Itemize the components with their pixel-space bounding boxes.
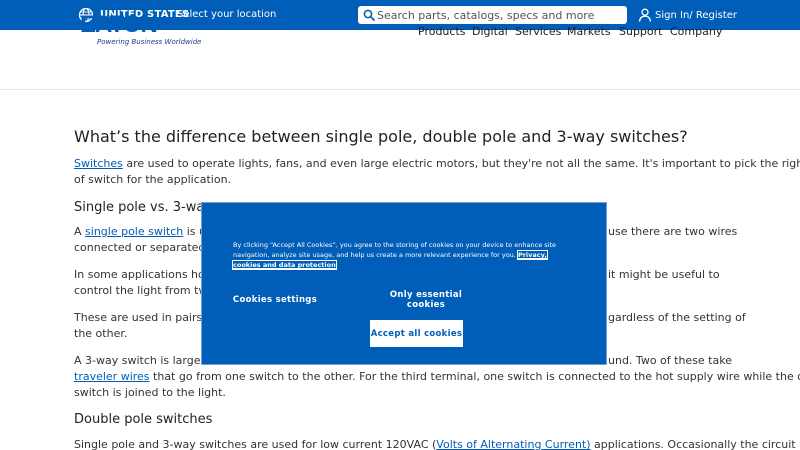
p1-start: A (74, 225, 86, 238)
essential-cookies-button[interactable]: Only essential cookies (370, 290, 482, 310)
p4-line-2: traveler wires that go from one switch t… (74, 370, 800, 383)
p2-line-1: In some applications howe (74, 268, 221, 281)
nav-products[interactable]: Products (418, 25, 466, 38)
p5-start: Single pole and 3-way switches are used … (74, 438, 437, 450)
search-icon[interactable] (363, 9, 375, 21)
intro-line-2: of switch for the application. (74, 173, 232, 186)
switches-link[interactable]: Switches (74, 157, 123, 170)
p3-right: gardless of the setting of (608, 311, 746, 324)
p2-line-2: control the light from two l (74, 284, 221, 297)
nav-company[interactable]: Company (670, 25, 722, 38)
p5-line-1: Single pole and 3-way switches are used … (74, 438, 800, 450)
nav-support[interactable]: Support (619, 25, 662, 38)
p2-right: it might be useful to (608, 268, 720, 281)
cookies-settings-button[interactable]: Cookies settings (232, 290, 318, 310)
intro-line-1: Switches are used to operate lights, fan… (74, 157, 800, 170)
p1-right: use there are two wires (608, 225, 738, 238)
heading-double-pole: Double pole switches (74, 412, 213, 427)
accept-all-cookies-button[interactable]: Accept all cookies (370, 320, 463, 347)
logo-tagline: Powering Business Worldwide (97, 38, 202, 46)
eaton-logo[interactable]: EATON (80, 12, 160, 34)
traveler-wires-link[interactable]: traveler wires (74, 370, 150, 383)
page-title: What’s the difference between single pol… (74, 127, 688, 146)
nav-digital[interactable]: Digital (472, 25, 508, 38)
p5-rest: applications. Occasionally the circuit m… (594, 438, 800, 450)
heading-single-vs-3way: Single pole vs. 3-way (74, 200, 213, 215)
p4-line-3: switch is joined to the light. (74, 386, 226, 399)
cookie-text: By clicking “Accept All Cookies”, you ag… (233, 241, 557, 259)
p3-line-2: the other. (74, 327, 128, 340)
intro-text: are used to operate lights, fans, and ev… (122, 157, 800, 170)
search-input[interactable] (377, 6, 625, 24)
cookie-message: By clicking “Accept All Cookies”, you ag… (232, 240, 571, 270)
p4-line-2-rest: that go from one switch to the other. Fo… (149, 370, 800, 383)
single-pole-switch-link[interactable]: single pole switch (85, 225, 183, 238)
nav-markets[interactable]: Markets (567, 25, 611, 38)
select-location-link[interactable]: Select your location (177, 9, 276, 20)
vac-link[interactable]: Volts of Alternating Current) (436, 438, 590, 450)
sign-in-label: Sign In/ Register (655, 9, 737, 21)
user-icon (638, 8, 652, 22)
p4-right: und. Two of these take (608, 354, 732, 367)
nav-services[interactable]: Services (515, 25, 561, 38)
svg-text:EATON: EATON (80, 12, 157, 34)
sign-in-link[interactable]: Sign In/ Register (638, 7, 737, 23)
